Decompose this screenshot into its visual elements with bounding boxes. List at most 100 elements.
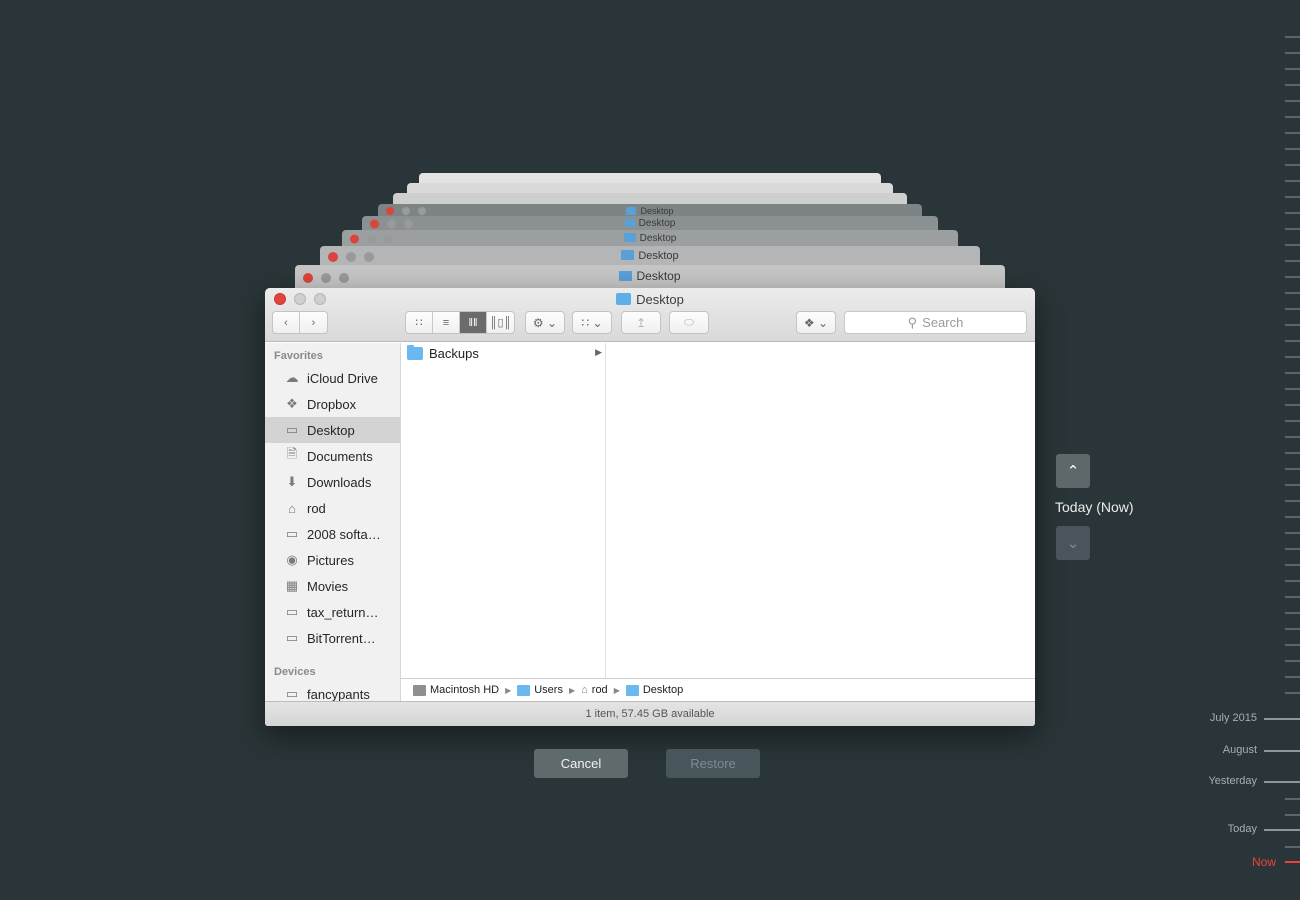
timeline-tick[interactable] [1285,468,1300,470]
timeline-tick[interactable] [1285,148,1300,150]
cancel-button[interactable]: Cancel [534,749,628,778]
timeline-tick[interactable] [1285,500,1300,502]
timeline-tick[interactable] [1285,276,1300,278]
timeline-tick[interactable] [1285,132,1300,134]
timeline-tick[interactable] [1285,564,1300,566]
coverflow-view-button[interactable]: ║▯║ [487,312,514,333]
timeline-tick[interactable] [1285,532,1300,534]
timeline-tick[interactable] [1285,580,1300,582]
restore-button[interactable]: Restore [666,749,760,778]
timeline-label-now[interactable]: Now [1252,855,1276,869]
forward-button[interactable]: › [300,312,327,333]
sidebar-item-dropbox[interactable]: ❖ Dropbox [265,391,400,417]
timeline-tick[interactable] [1285,292,1300,294]
sidebar-item-2008-software[interactable]: ▭ 2008 softa… [265,521,400,547]
timeline-tick[interactable] [1285,676,1300,678]
tag-button[interactable]: ⬭ [669,311,709,334]
timeline-label-yesterday[interactable]: Yesterday [1208,775,1257,787]
timeline-tick[interactable] [1285,228,1300,230]
timeline-tick[interactable] [1285,612,1300,614]
icon-view-button[interactable]: ∷ [406,312,433,333]
timeline-tick[interactable] [1285,596,1300,598]
dropbox-menu-button[interactable]: ❖ ⌄ [796,311,836,334]
timeline-tick[interactable] [1285,388,1300,390]
list-view-button[interactable]: ≡ [433,312,460,333]
sidebar-item-movies[interactable]: ▦ Movies [265,573,400,599]
path-separator-icon: ▶ [568,685,576,695]
timeline-tick[interactable] [1285,356,1300,358]
timeline-tick[interactable] [1285,644,1300,646]
timeline-label-today[interactable]: Today [1228,823,1257,835]
sidebar-item-bittorrent[interactable]: ▭ BitTorrent… [265,625,400,651]
timeline-tick[interactable] [1285,244,1300,246]
share-button[interactable]: ↥ [621,311,661,334]
timeline-tick[interactable] [1285,212,1300,214]
search-field[interactable]: ⚲ Search [844,311,1027,334]
sidebar-item-tax-returns[interactable]: ▭ tax_return… [265,599,400,625]
sidebar-item-rod[interactable]: ⌂ rod [265,495,400,521]
search-icon: ⚲ [907,314,918,330]
timeline-label-july-2015[interactable]: July 2015 [1210,712,1257,724]
timeline-tick[interactable] [1285,452,1300,454]
timeline-tick[interactable] [1285,260,1300,262]
timeline-tick[interactable] [1285,308,1300,310]
time-forward-button[interactable]: ⌄ [1056,526,1090,560]
timeline-tick[interactable] [1285,660,1300,662]
chevron-left-icon: ‹ [284,316,288,329]
timeline-tick[interactable] [1285,52,1300,54]
timeline-tick[interactable] [1285,372,1300,374]
timeline-tick[interactable] [1285,196,1300,198]
timeline-tick-july-2015[interactable] [1264,718,1300,720]
timeline-tick[interactable] [1285,164,1300,166]
timeline-tick[interactable] [1285,180,1300,182]
timeline-tick[interactable] [1285,516,1300,518]
timeline-tick[interactable] [1285,116,1300,118]
sidebar-item-label: rod [307,500,326,516]
path-item-macintosh-hd[interactable]: Macintosh HD [413,684,499,696]
timeline-tick[interactable] [1285,36,1300,38]
path-item-desktop[interactable]: Desktop [625,684,683,696]
timeline-tick-yesterday[interactable] [1264,781,1300,783]
arrange-menu-button[interactable]: ∷ ⌄ [572,311,612,334]
sidebar-item-icloud-drive[interactable]: ☁ iCloud Drive [265,365,400,391]
timeline-label-august[interactable]: August [1223,744,1257,756]
timeline-tick-now[interactable] [1285,861,1300,863]
sidebar-item-label: BitTorrent… [307,630,376,646]
timeline-tick[interactable] [1285,484,1300,486]
sidebar-item-label: Desktop [307,422,355,438]
column-view-button[interactable]: ‖‖ [460,312,487,333]
sidebar-item-label: 2008 softa… [307,526,381,542]
path-item-rod[interactable]: ⌂ rod [581,684,608,696]
timeline-tick[interactable] [1285,798,1300,800]
sidebar-item-desktop[interactable]: ▭ Desktop [265,417,400,443]
timeline-tick[interactable] [1285,846,1300,848]
timeline-tick[interactable] [1285,548,1300,550]
sidebar-item-documents[interactable]: 🗎 Documents [265,443,400,469]
coverflow-icon: ║▯║ [489,317,512,329]
timeline-tick[interactable] [1285,420,1300,422]
timeline-tick[interactable] [1285,100,1300,102]
timeline-tick[interactable] [1285,692,1300,694]
columns-icon: ‖‖ [468,316,478,329]
sidebar-item-downloads[interactable]: ⬇ Downloads [265,469,400,495]
timeline-tick[interactable] [1285,68,1300,70]
timeline-tick[interactable] [1285,84,1300,86]
timeline-tick[interactable] [1285,628,1300,630]
sidebar-item-pictures[interactable]: ◉ Pictures [265,547,400,573]
arrange-icon: ∷ ⌄ [581,315,603,330]
film-icon: ▦ [285,578,299,593]
sidebar-item-fancypants[interactable]: ▭ fancypants [265,681,400,701]
path-item-users[interactable]: Users [517,684,563,696]
timeline-tick[interactable] [1285,340,1300,342]
documents-icon: 🗎 [286,446,298,461]
timeline-tick[interactable] [1285,324,1300,326]
time-back-button[interactable]: ⌃ [1056,454,1090,488]
back-button[interactable]: ‹ [273,312,300,333]
timeline-tick[interactable] [1285,436,1300,438]
list-item-backups[interactable]: Backups ▶ [401,343,605,363]
action-menu-button[interactable]: ⚙︎ ⌄ [525,311,565,334]
timeline-tick-today[interactable] [1264,829,1300,831]
timeline-tick[interactable] [1285,814,1300,816]
timeline-tick[interactable] [1285,404,1300,406]
timeline-tick-august[interactable] [1264,750,1300,752]
